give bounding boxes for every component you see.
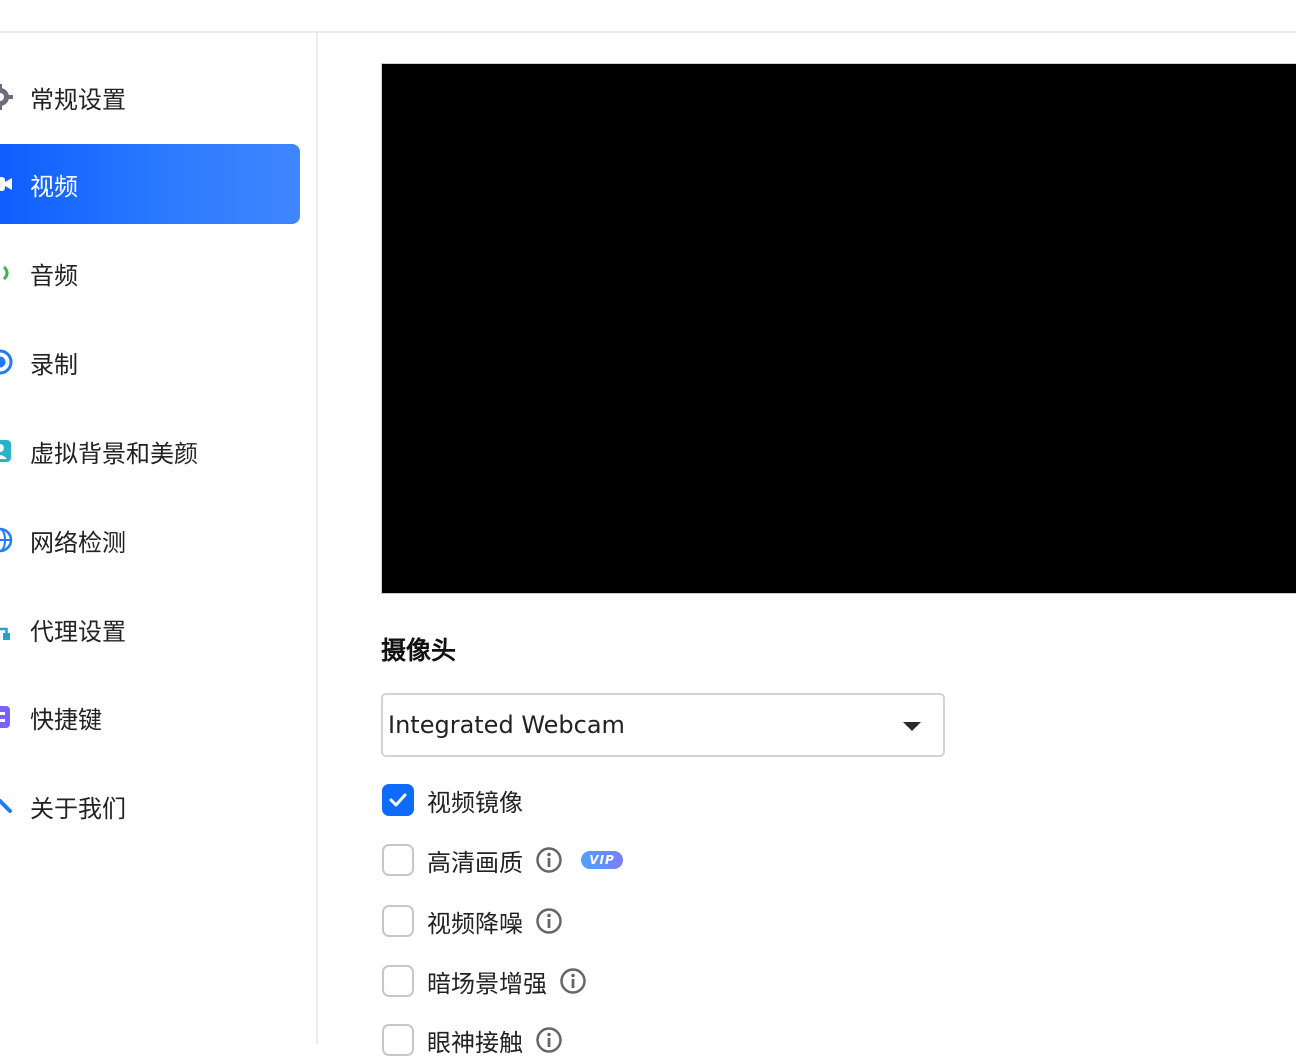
option-label: 视频镜像 xyxy=(427,788,523,817)
sidebar-item-label: 音频 xyxy=(30,261,78,290)
check-icon xyxy=(389,793,407,807)
video-mirror-checkbox[interactable] xyxy=(382,784,414,816)
sidebar-item-general[interactable]: 常规设置 xyxy=(0,57,300,137)
camera-section-title: 摄像头 xyxy=(381,636,457,665)
record-icon xyxy=(0,348,14,376)
eye-contact-checkbox[interactable] xyxy=(382,1024,414,1056)
sidebar-item-recording[interactable]: 录制 xyxy=(0,322,300,402)
sidebar-item-label: 网络检测 xyxy=(30,528,126,557)
keyboard-shortcut-icon xyxy=(0,703,14,731)
option-label: 高清画质 xyxy=(427,848,523,877)
sidebar-item-label: 关于我们 xyxy=(30,794,126,823)
globe-icon xyxy=(0,526,14,554)
hd-quality-checkbox[interactable] xyxy=(382,844,414,876)
camera-preview xyxy=(381,63,1296,594)
speaker-icon xyxy=(0,259,14,287)
option-video-mirror: 视频镜像 xyxy=(382,780,523,820)
option-label: 视频降噪 xyxy=(427,909,523,938)
info-icon[interactable] xyxy=(535,1026,563,1054)
sidebar-item-shortcuts[interactable]: 快捷键 xyxy=(0,677,300,757)
option-video-denoise: 视频降噪 xyxy=(382,901,563,941)
info-icon[interactable] xyxy=(559,967,587,995)
sidebar-item-audio[interactable]: 音频 xyxy=(0,233,300,313)
camera-select-value: Integrated Webcam xyxy=(388,711,625,739)
settings-sidebar: 常规设置 视频 音频 录制 虚拟背景和美颜 网络检测 代理设置 快捷键 关于我们 xyxy=(0,33,318,1044)
camera-select[interactable]: Integrated Webcam xyxy=(381,693,945,757)
title-bar xyxy=(0,0,1296,33)
low-light-enhance-checkbox[interactable] xyxy=(382,965,414,997)
chevron-down-icon xyxy=(903,722,921,731)
logo-chevron-icon xyxy=(0,792,14,820)
info-icon[interactable] xyxy=(535,846,563,874)
vip-badge: VIP xyxy=(581,851,623,869)
sidebar-item-label: 代理设置 xyxy=(30,617,126,646)
option-hd-quality: 高清画质 VIP xyxy=(382,840,623,880)
sidebar-item-label: 视频 xyxy=(30,172,78,201)
option-label: 眼神接触 xyxy=(427,1028,523,1057)
sidebar-item-label: 快捷键 xyxy=(30,705,102,734)
gear-icon xyxy=(0,83,14,111)
info-icon[interactable] xyxy=(535,907,563,935)
option-label: 暗场景增强 xyxy=(427,969,547,998)
sidebar-item-about[interactable]: 关于我们 xyxy=(0,766,300,846)
sidebar-item-network-test[interactable]: 网络检测 xyxy=(0,500,300,580)
sidebar-item-label: 常规设置 xyxy=(30,85,126,114)
sidebar-item-label: 录制 xyxy=(30,350,78,379)
sidebar-item-label: 虚拟背景和美颜 xyxy=(30,439,198,468)
network-nodes-icon xyxy=(0,615,14,643)
sidebar-item-virtual-background[interactable]: 虚拟背景和美颜 xyxy=(0,411,300,491)
option-low-light-enhance: 暗场景增强 xyxy=(382,961,587,1001)
option-eye-contact: 眼神接触 xyxy=(382,1020,563,1060)
video-settings-panel: 摄像头 Integrated Webcam 视频镜像 高清画质 VIP 视频降噪… xyxy=(320,33,1296,1057)
person-portrait-icon xyxy=(0,437,14,465)
video-denoise-checkbox[interactable] xyxy=(382,905,414,937)
video-camera-icon xyxy=(0,170,14,198)
sidebar-item-proxy[interactable]: 代理设置 xyxy=(0,589,300,669)
sidebar-item-video[interactable]: 视频 xyxy=(0,144,300,224)
